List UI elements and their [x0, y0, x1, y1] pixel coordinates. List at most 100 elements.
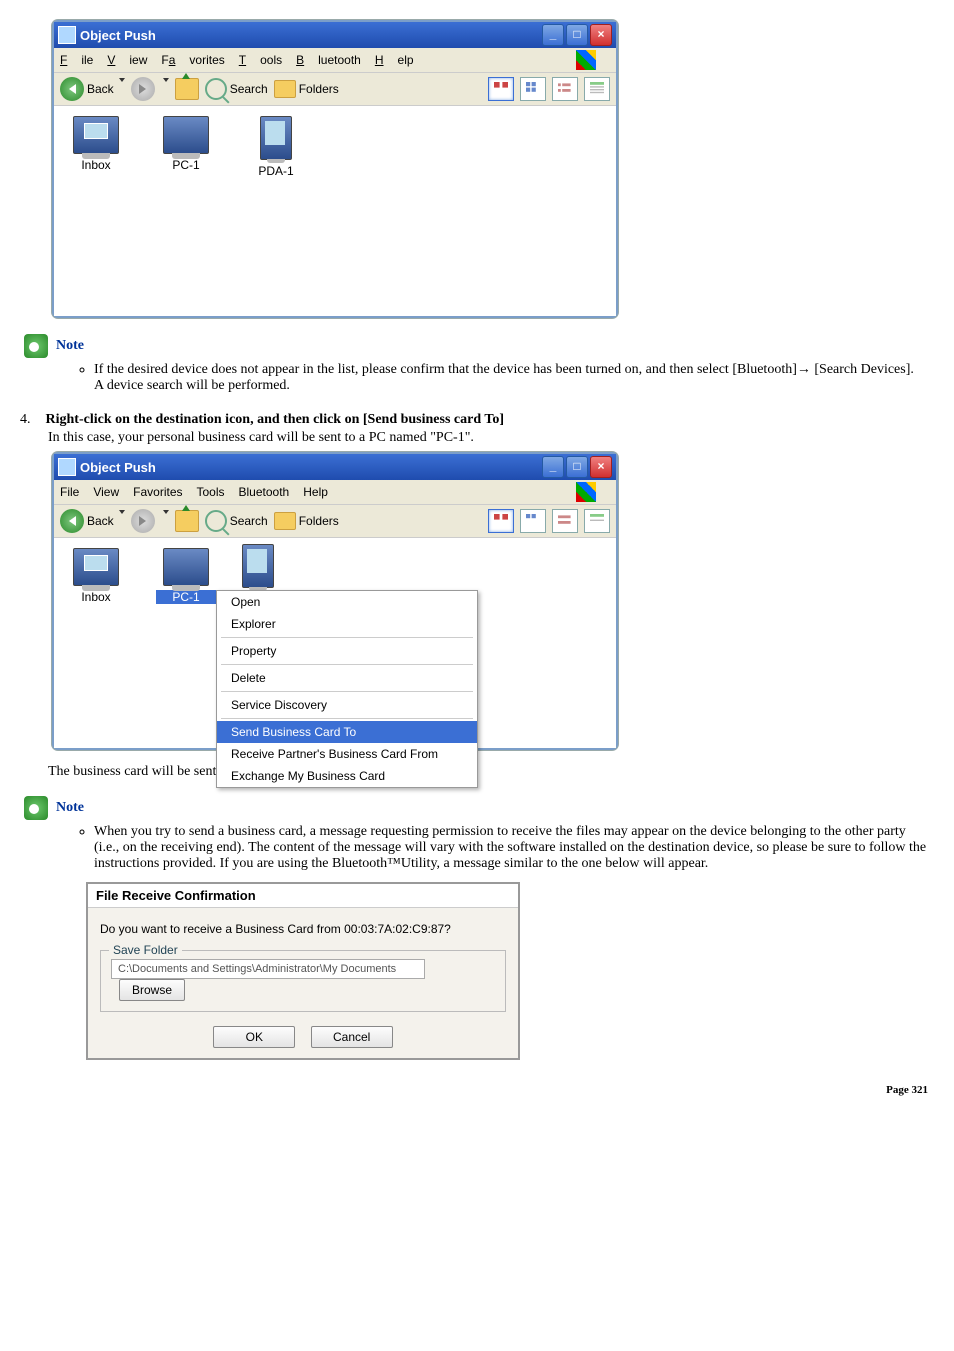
ctx-explorer[interactable]: Explorer [217, 613, 477, 635]
item-pc1[interactable]: PC-1 [156, 116, 216, 306]
save-path-field[interactable]: C:\Documents and Settings\Administrator\… [111, 959, 425, 979]
note-title: Note [56, 800, 84, 816]
pda-icon [242, 544, 274, 588]
menubar: File View Favorites Tools Bluetooth Help [54, 48, 616, 73]
menu-bluetooth[interactable]: Bluetooth [239, 485, 290, 499]
menubar: File View Favorites Tools Bluetooth Help [54, 480, 616, 505]
note-item: If the desired device does not appear in… [94, 362, 934, 394]
bluetooth-app-icon [58, 26, 76, 44]
search-button[interactable]: Search [205, 78, 268, 100]
object-push-window-1: Object Push _ □ × File View Favorites To… [52, 20, 618, 318]
item-label: PC-1 [156, 590, 216, 604]
ctx-property[interactable]: Property [217, 640, 477, 662]
step-number: 4. [20, 412, 42, 428]
forward-dropdown[interactable] [161, 514, 169, 528]
note-heading: Note [24, 334, 934, 358]
back-button[interactable]: Back [60, 77, 125, 101]
titlebar: Object Push _ □ × [54, 454, 616, 480]
view-large-icons[interactable] [488, 77, 514, 101]
view-small-icons[interactable] [520, 77, 546, 101]
window-title: Object Push [80, 460, 542, 475]
menu-help[interactable]: Help [303, 485, 328, 499]
context-menu: Open Explorer Property Delete Service Di… [216, 590, 478, 788]
forward-dropdown[interactable] [161, 82, 169, 96]
close-button[interactable]: × [590, 24, 612, 46]
page-number: Page 321 [14, 1084, 934, 1096]
pc-icon [163, 548, 209, 586]
save-folder-legend: Save Folder [109, 943, 182, 957]
ctx-send-business-card[interactable]: Send Business Card To [217, 721, 477, 743]
browse-button[interactable]: Browse [119, 979, 185, 1001]
menu-file[interactable]: File [60, 485, 79, 499]
item-pda1[interactable]: PDA-1 [246, 116, 306, 306]
up-button[interactable] [175, 78, 199, 100]
file-pane[interactable]: Inbox PC-1 PDA-1 Open Explorer Property … [54, 538, 616, 748]
view-list[interactable] [552, 77, 578, 101]
menu-bluetooth[interactable]: Bluetooth [296, 53, 361, 67]
windows-flag-icon [576, 50, 596, 70]
ctx-exchange-business-card[interactable]: Exchange My Business Card [217, 765, 477, 787]
titlebar: Object Push _ □ × [54, 22, 616, 48]
note-body-2: When you try to send a business card, a … [54, 824, 934, 872]
item-label: PDA-1 [246, 164, 306, 178]
maximize-button[interactable]: □ [566, 24, 588, 46]
folders-button[interactable]: Folders [274, 512, 339, 530]
maximize-button[interactable]: □ [566, 456, 588, 478]
note-text: If the desired device does not appear in… [94, 362, 914, 377]
step-body: In this case, your personal business car… [48, 430, 934, 446]
save-folder-group: Save Folder C:\Documents and Settings\Ad… [100, 950, 506, 1012]
toolbar: Back Search Folders [54, 73, 616, 106]
item-inbox[interactable]: Inbox [66, 116, 126, 306]
menu-tools[interactable]: Tools [197, 485, 225, 499]
ctx-service-discovery[interactable]: Service Discovery [217, 694, 477, 716]
note-icon [24, 334, 48, 358]
note-item: When you try to send a business card, a … [94, 824, 934, 872]
file-receive-dialog: File Receive Confirmation Do you want to… [86, 882, 520, 1060]
forward-button[interactable] [131, 77, 155, 101]
ctx-open[interactable]: Open [217, 591, 477, 613]
dialog-title: File Receive Confirmation [88, 884, 518, 908]
menu-view[interactable]: View [93, 485, 119, 499]
window-title: Object Push [80, 28, 542, 43]
step-title: Right-click on the destination icon, and… [46, 412, 505, 427]
note-text: A device search will be performed. [94, 378, 290, 393]
bluetooth-app-icon [58, 458, 76, 476]
view-details[interactable] [584, 77, 610, 101]
item-inbox[interactable]: Inbox [66, 548, 126, 738]
cancel-button[interactable]: Cancel [311, 1026, 393, 1048]
file-pane[interactable]: Inbox PC-1 PDA-1 [54, 106, 616, 316]
note-title: Note [56, 338, 84, 354]
minimize-button[interactable]: _ [542, 24, 564, 46]
view-large-icons[interactable] [488, 509, 514, 533]
forward-button[interactable] [131, 509, 155, 533]
search-button[interactable]: Search [205, 510, 268, 532]
folders-button[interactable]: Folders [274, 80, 339, 98]
ctx-receive-business-card[interactable]: Receive Partner's Business Card From [217, 743, 477, 765]
minimize-button[interactable]: _ [542, 456, 564, 478]
ok-button[interactable]: OK [213, 1026, 295, 1048]
view-details[interactable] [584, 509, 610, 533]
ctx-delete[interactable]: Delete [217, 667, 477, 689]
close-button[interactable]: × [590, 456, 612, 478]
inbox-icon [73, 548, 119, 586]
note-heading-2: Note [24, 796, 934, 820]
item-pc1[interactable]: PC-1 [156, 548, 216, 738]
menu-tools[interactable]: Tools [239, 53, 282, 67]
view-list[interactable] [552, 509, 578, 533]
menu-help[interactable]: Help [375, 53, 414, 67]
up-button[interactable] [175, 510, 199, 532]
menu-file[interactable]: File [60, 53, 93, 67]
menu-favorites[interactable]: Favorites [161, 53, 224, 67]
item-label: Inbox [66, 590, 126, 604]
step-4: 4. Right-click on the destination icon, … [20, 412, 934, 428]
note-body: If the desired device does not appear in… [54, 362, 934, 394]
back-button[interactable]: Back [60, 509, 125, 533]
menu-view[interactable]: View [107, 53, 147, 67]
toolbar: Back Search Folders [54, 505, 616, 538]
inbox-icon [73, 116, 119, 154]
view-small-icons[interactable] [520, 509, 546, 533]
pda-icon [260, 116, 292, 160]
note-icon [24, 796, 48, 820]
object-push-window-2: Object Push _ □ × File View Favorites To… [52, 452, 618, 750]
menu-favorites[interactable]: Favorites [133, 485, 182, 499]
